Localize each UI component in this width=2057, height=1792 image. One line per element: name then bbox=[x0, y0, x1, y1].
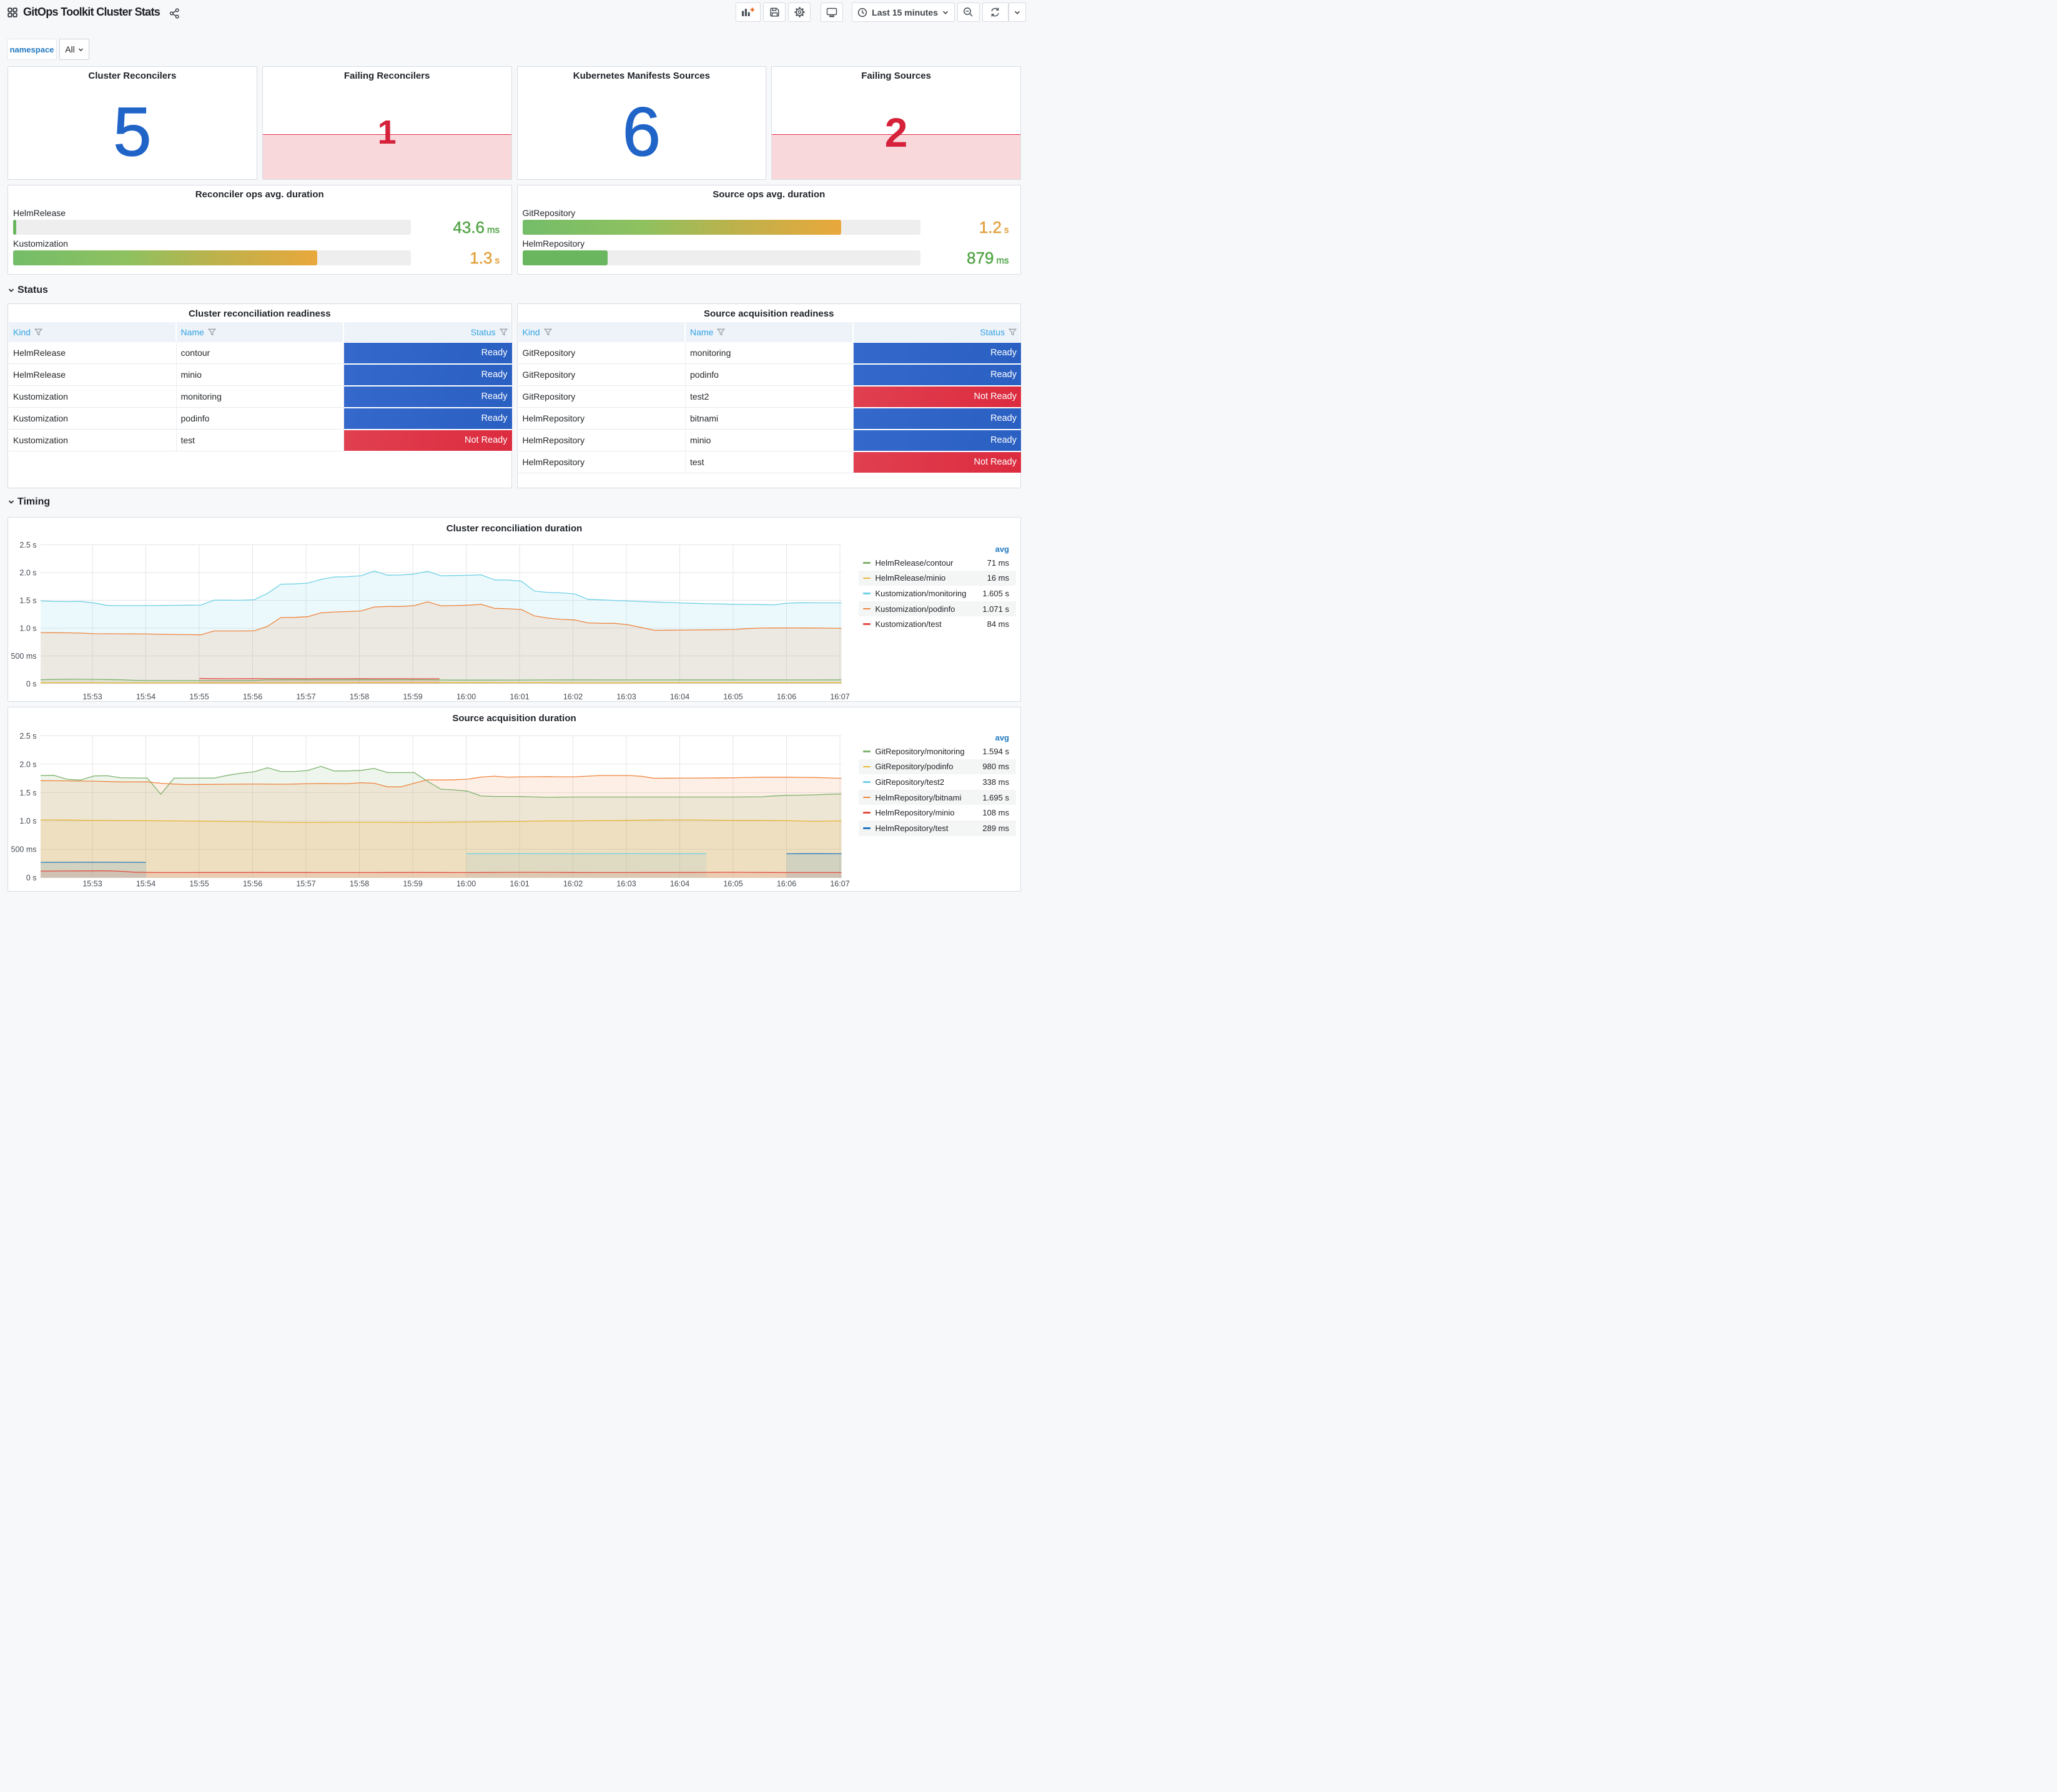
svg-text:15:54: 15:54 bbox=[136, 692, 155, 701]
svg-text:15:55: 15:55 bbox=[189, 692, 209, 701]
svg-text:15:59: 15:59 bbox=[403, 692, 422, 701]
svg-text:2.5 s: 2.5 s bbox=[19, 541, 36, 549]
svg-text:15:53: 15:53 bbox=[82, 880, 102, 889]
svg-text:16:05: 16:05 bbox=[723, 692, 742, 701]
svg-text:500 ms: 500 ms bbox=[11, 845, 37, 854]
svg-text:16:02: 16:02 bbox=[563, 880, 583, 889]
svg-text:16:00: 16:00 bbox=[456, 692, 476, 701]
svg-text:16:03: 16:03 bbox=[616, 880, 636, 889]
svg-text:15:55: 15:55 bbox=[189, 880, 209, 889]
svg-text:16:00: 16:00 bbox=[456, 880, 476, 889]
svg-text:1.5 s: 1.5 s bbox=[19, 789, 36, 797]
svg-text:2.5 s: 2.5 s bbox=[19, 732, 36, 741]
svg-text:15:57: 15:57 bbox=[296, 692, 315, 701]
svg-text:16:02: 16:02 bbox=[563, 692, 583, 701]
svg-text:15:59: 15:59 bbox=[403, 880, 422, 889]
svg-text:16:06: 16:06 bbox=[777, 692, 796, 701]
svg-text:16:07: 16:07 bbox=[830, 692, 849, 701]
svg-text:15:54: 15:54 bbox=[136, 880, 155, 889]
svg-text:2.0 s: 2.0 s bbox=[19, 569, 36, 578]
svg-text:15:56: 15:56 bbox=[243, 880, 262, 889]
svg-text:16:04: 16:04 bbox=[670, 692, 689, 701]
svg-text:0 s: 0 s bbox=[26, 874, 37, 882]
svg-text:0 s: 0 s bbox=[26, 680, 37, 689]
svg-text:16:03: 16:03 bbox=[616, 692, 636, 701]
svg-text:15:53: 15:53 bbox=[82, 692, 102, 701]
svg-text:15:58: 15:58 bbox=[350, 692, 369, 701]
svg-text:16:05: 16:05 bbox=[723, 880, 742, 889]
svg-text:16:06: 16:06 bbox=[777, 880, 796, 889]
svg-text:1.0 s: 1.0 s bbox=[19, 817, 36, 825]
svg-text:15:58: 15:58 bbox=[350, 880, 369, 889]
svg-text:16:01: 16:01 bbox=[510, 692, 529, 701]
svg-text:500 ms: 500 ms bbox=[11, 652, 37, 661]
svg-text:15:57: 15:57 bbox=[296, 880, 315, 889]
svg-text:16:01: 16:01 bbox=[510, 880, 529, 889]
svg-text:2.0 s: 2.0 s bbox=[19, 760, 36, 769]
svg-text:1.0 s: 1.0 s bbox=[19, 624, 36, 633]
svg-text:16:07: 16:07 bbox=[830, 880, 849, 889]
svg-text:15:56: 15:56 bbox=[243, 692, 262, 701]
svg-text:16:04: 16:04 bbox=[670, 880, 689, 889]
svg-text:1.5 s: 1.5 s bbox=[19, 596, 36, 605]
